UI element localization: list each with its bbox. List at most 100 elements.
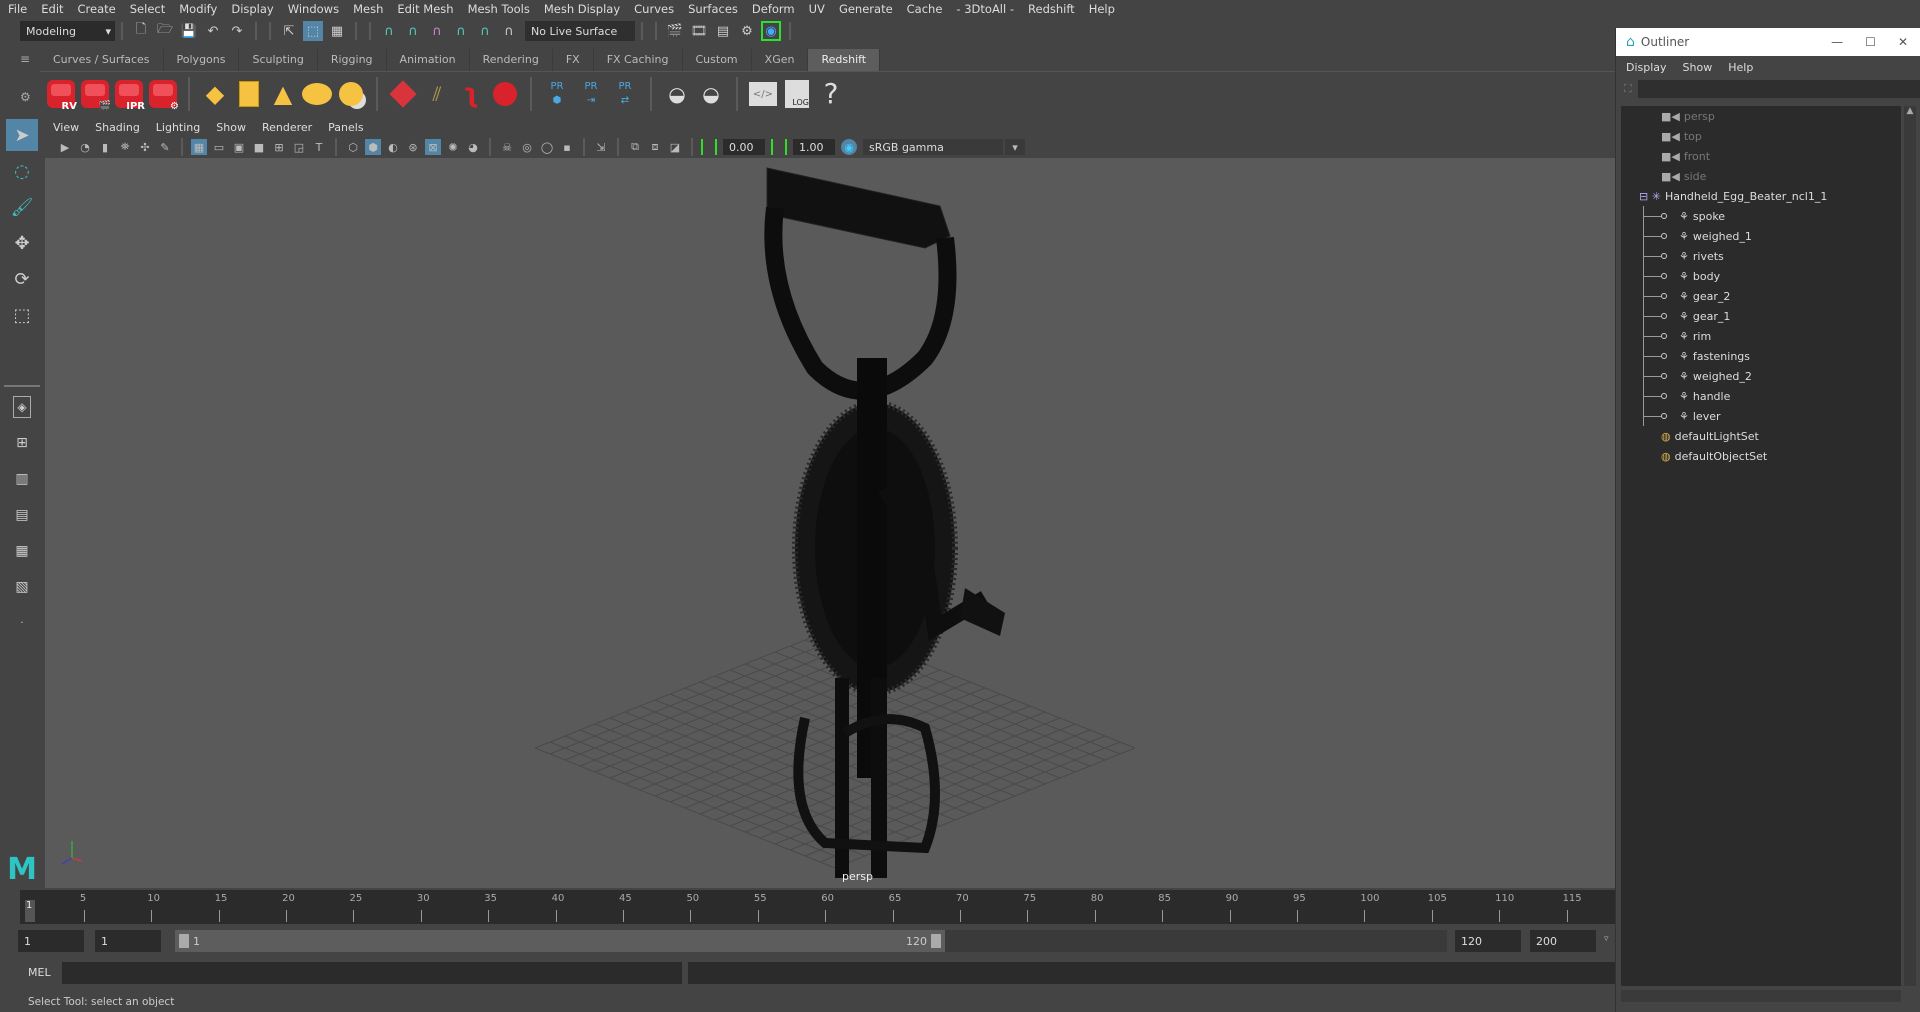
open-scene-icon[interactable]: 🗁 [155,21,175,41]
menu-windows[interactable]: Windows [288,2,339,16]
hud-icon[interactable]: ◪ [667,139,683,155]
shelf-tab-polygons[interactable]: Polygons [164,49,240,71]
chevron-down-icon[interactable]: ▿ [1604,934,1609,944]
select-hierarchy-icon[interactable]: ⇱ [279,21,299,41]
render-view-icon[interactable]: 🎬 [665,21,685,41]
outliner-item-mesh[interactable]: ⚘ weighed_2 [1621,366,1901,386]
scroll-up-icon[interactable]: ▲ [1904,106,1916,116]
live-surface-field[interactable]: No Live Surface [525,21,635,41]
menu-generate[interactable]: Generate [839,2,893,16]
shelf-tab-animation[interactable]: Animation [387,49,470,71]
textured-icon[interactable]: ⊠ [425,139,441,155]
range-end-handle[interactable]: 120 [906,934,941,948]
paint-select-tool[interactable]: 🖌 [6,191,38,223]
minimize-button[interactable]: — [1831,35,1843,49]
outliner-item-mesh[interactable]: ⚘ weighed_1 [1621,226,1901,246]
shelf-tab-redshift[interactable]: Redshift [808,49,881,71]
shelf-tab-xgen[interactable]: XGen [752,49,809,71]
select-component-icon[interactable]: ▦ [327,21,347,41]
proxy-button[interactable] [387,76,419,112]
backface-culling-icon[interactable]: ⧈ [647,139,663,155]
sphere-button[interactable] [489,76,521,112]
animation-start-field[interactable]: 1 [18,930,84,952]
chevron-down-icon[interactable]: ▾ [1005,139,1025,155]
portal-light-button[interactable] [233,76,265,112]
menu-edit[interactable]: Edit [41,2,63,16]
menu-create[interactable]: Create [78,2,116,16]
outliner-item-mesh[interactable]: ⚘ fastenings [1621,346,1901,366]
snap-curve-icon[interactable]: ∩ [403,21,423,41]
outliner-item-mesh[interactable]: ⚘ gear_2 [1621,286,1901,306]
outliner-item-camera[interactable]: ■◀ front [1621,146,1901,166]
shelf-tab-rigging[interactable]: Rigging [318,49,387,71]
log-button[interactable]: LOG [781,76,813,112]
bookmark-icon[interactable]: ▮ [97,139,113,155]
snap-view-plane-icon[interactable]: ∩ [451,21,471,41]
outliner-item-mesh[interactable]: ⚘ gear_1 [1621,306,1901,326]
shelf-settings-icon[interactable]: ⚙ [20,90,38,104]
close-button[interactable]: ✕ [1898,35,1908,49]
menu-help[interactable]: Help [1089,2,1115,16]
color-space-dropdown[interactable]: sRGB gamma [863,139,1003,155]
pr-import-button[interactable]: PR ⇥ [575,76,607,112]
outliner-item-camera[interactable]: ■◀ side [1621,166,1901,186]
menu-deform[interactable]: Deform [752,2,795,16]
bake-button[interactable]: ◒ [695,76,727,112]
menu-surfaces[interactable]: Surfaces [688,2,738,16]
shelf-tab-rendering[interactable]: Rendering [470,49,553,71]
maximize-button[interactable]: ☐ [1865,35,1876,49]
save-scene-icon[interactable]: 💾 [179,21,199,41]
menu-mesh[interactable]: Mesh [353,2,383,16]
gamma-field[interactable]: 1.00 [793,139,835,155]
menu-mesh-display[interactable]: Mesh Display [544,2,620,16]
outliner-item-mesh[interactable]: ⚘ spoke [1621,206,1901,226]
outliner-item-group[interactable]: ⊟ ✳ Handheld_Egg_Beater_ncl1_1 [1621,186,1901,206]
playback-start-field[interactable]: 1 [95,930,161,952]
color-management-icon[interactable]: ◉ [841,139,857,155]
select-camera-icon[interactable]: ▶ [57,139,73,155]
animation-end-field[interactable]: 200 [1530,930,1596,952]
area-light-button[interactable]: ◆ [199,76,231,112]
timeline-handle[interactable] [0,890,20,924]
menu-file[interactable]: File [8,2,27,16]
playback-end-field[interactable]: 120 [1455,930,1521,952]
shelf-tab-custom[interactable]: Custom [683,49,752,71]
time-slider[interactable]: 1 5 10 15 20 25 30 35 40 45 50 55 60 65 70 75 80 85 90 95 1… [20,890,1617,924]
snap-point-icon[interactable]: ∩ [427,21,447,41]
outliner-item-camera[interactable]: ■◀ top [1621,126,1901,146]
outliner-item-mesh[interactable]: ⚘ lever [1621,406,1901,426]
outliner-item-mesh[interactable]: ⚘ rivets [1621,246,1901,266]
pr-sync-button[interactable]: PR ⇄ [609,76,641,112]
gate-mask-icon[interactable]: ■ [251,139,267,155]
outliner-menu-show[interactable]: Show [1683,61,1713,74]
snap-live-icon[interactable]: ∩ [499,21,519,41]
script-button[interactable]: </> [747,76,779,112]
exposure-field[interactable]: 0.00 [723,139,765,155]
menu-select[interactable]: Select [130,2,165,16]
select-tool[interactable]: ➤ [6,119,38,151]
bake-multi-button[interactable]: ◒ [661,76,693,112]
2d-pan-zoom-icon[interactable]: ✣ [137,139,153,155]
shelf-tab-fx-caching[interactable]: FX Caching [594,49,683,71]
scale-tool[interactable]: ⬚ [6,299,38,331]
panel-menu-panels[interactable]: Panels [328,121,363,134]
ipr-render-icon[interactable]: ▤ [713,21,733,41]
shelf-menu-icon[interactable]: ≡ [20,52,38,66]
move-tool[interactable]: ✥ [6,227,38,259]
shadows-icon[interactable]: ◕ [465,139,481,155]
panel-menu-renderer[interactable]: Renderer [262,121,312,134]
outliner-item-set[interactable]: ◍ defaultObjectSet [1621,446,1901,466]
persp-graph-layout[interactable]: ▤ [6,499,38,531]
layout-more-button[interactable]: · [6,607,38,639]
help-button[interactable]: ? [815,76,847,112]
shelf-tab-sculpting[interactable]: Sculpting [239,49,318,71]
range-slider[interactable]: 1 120 [175,930,945,952]
grid-icon[interactable]: ▦ [191,139,207,155]
menu-3dtoall[interactable]: - 3DtoAll - [956,2,1014,16]
menu-curves[interactable]: Curves [634,2,674,16]
xray-components-icon[interactable]: ◯ [539,139,555,155]
vertical-scrollbar[interactable]: ▲ [1904,106,1916,986]
menu-display[interactable]: Display [231,2,273,16]
isolate-select-icon[interactable]: ⇲ [593,139,609,155]
menu-uv[interactable]: UV [809,2,825,16]
